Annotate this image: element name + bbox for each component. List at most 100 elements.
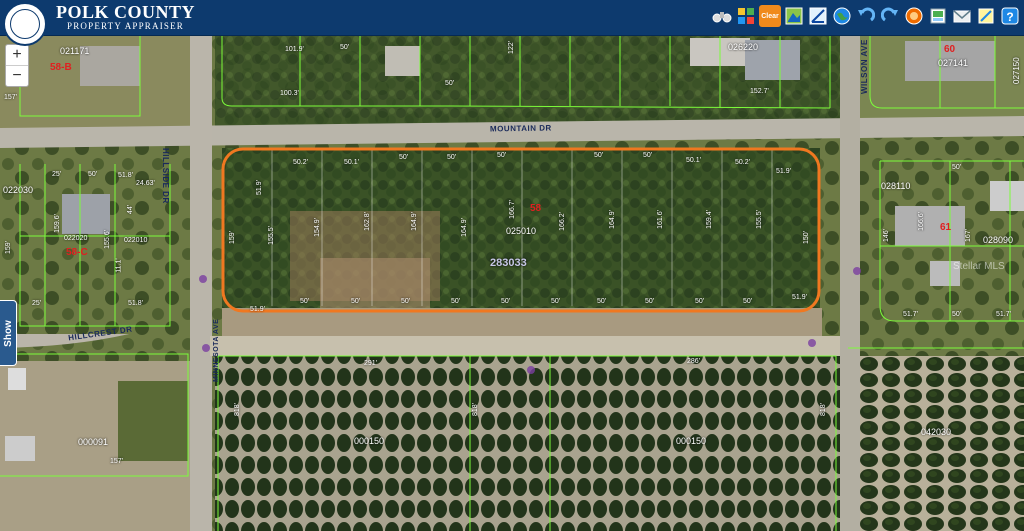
parcel-id-025010: 025010	[506, 226, 537, 236]
dimension-label: 51.7'	[903, 311, 918, 318]
dimension-label: 159.4'	[705, 210, 713, 229]
parcel-id-027141: 027141	[938, 58, 969, 68]
dimension-label: 51.9'	[250, 306, 265, 313]
dimension-label: 44'	[127, 204, 135, 215]
dimension-label: 818'	[234, 402, 242, 417]
app-header: POLK COUNTY PROPERTY APPRAISER Clear ?	[0, 0, 1024, 46]
dimension-label: 159'	[229, 230, 237, 245]
dimension-label: 161.6'	[656, 210, 664, 229]
dimension-label: 166.7'	[508, 200, 516, 219]
show-panel-label: Show	[2, 319, 14, 347]
subdivision-label-61: 61	[940, 222, 952, 233]
app-subtitle: PROPERTY APPRAISER	[67, 21, 185, 31]
dimension-label: 50'	[952, 311, 962, 318]
dimension-label: 100.3'	[280, 90, 299, 97]
svg-text:?: ?	[1006, 10, 1013, 24]
dimension-label: 50'	[743, 298, 753, 305]
dimension-label: 166.6'	[917, 212, 925, 231]
grid-icon[interactable]	[735, 5, 757, 27]
dimension-label: 25'	[52, 171, 62, 178]
dimension-label: 50.1'	[344, 159, 359, 166]
dimension-label: 50'	[88, 171, 98, 178]
dimension-label: 50'	[952, 164, 962, 171]
redo-icon[interactable]	[879, 5, 901, 27]
parcel-id-000091: 000091	[78, 437, 109, 447]
dimension-label: 122'	[508, 40, 516, 55]
dimension-label: 51.7'	[996, 311, 1011, 318]
parcel-id-028090: 028090	[983, 235, 1014, 245]
dimension-label: 164.9'	[608, 210, 616, 229]
dimension-label: 167'	[965, 228, 973, 243]
clear-icon[interactable]: Clear	[759, 5, 781, 27]
show-panel-button[interactable]: Show	[0, 300, 17, 366]
basemap-icon[interactable]	[903, 5, 925, 27]
dimension-label: 164.9'	[460, 218, 468, 237]
dimension-label: 157'	[110, 458, 124, 465]
dimension-label: 50.1'	[686, 157, 701, 164]
dimension-label: 286'	[687, 358, 701, 365]
parcel-id-022020: 022020	[64, 235, 88, 242]
dimension-label: 154.9'	[313, 218, 321, 237]
toolbar: Clear ?	[711, 5, 1021, 27]
dimension-label: 51.8'	[128, 300, 143, 307]
email-icon[interactable]	[951, 5, 973, 27]
parcel-id-026220: 026220	[728, 42, 759, 52]
globe-icon[interactable]	[831, 5, 853, 27]
dimension-label: 50'	[300, 298, 310, 305]
print-icon[interactable]	[927, 5, 949, 27]
zoom-control: + −	[5, 44, 29, 87]
dimension-label: 50'	[399, 154, 409, 161]
zoom-out-button[interactable]: −	[6, 66, 28, 86]
dimension-label: 25'	[32, 300, 42, 307]
layers-icon[interactable]	[783, 5, 805, 27]
dimension-label: 11.1'	[115, 258, 123, 273]
dimension-label: 50.2'	[735, 159, 750, 166]
dimension-label: 50'	[594, 152, 604, 159]
dimension-label: 50'	[401, 298, 411, 305]
street-label-wilson: WILSON AVE	[860, 39, 869, 94]
parcel-id-022030: 022030	[3, 185, 34, 195]
dimension-label: 50.2'	[293, 159, 308, 166]
binoculars-icon[interactable]	[711, 5, 733, 27]
dimension-label: 50'	[597, 298, 607, 305]
dimension-label: 150'	[803, 230, 811, 245]
dimension-label: 159.6'	[53, 214, 61, 233]
subdivision-label-60: 60	[944, 44, 956, 55]
dimension-label: 291'	[364, 360, 378, 367]
dimension-label: 51.9'	[792, 294, 807, 301]
measure-icon[interactable]	[807, 5, 829, 27]
dimension-label: 50'	[451, 298, 461, 305]
dimension-label: 24.63'	[136, 180, 155, 187]
seal-inner	[10, 9, 40, 39]
dimension-label: 152.7'	[750, 88, 769, 95]
dimension-label: 50'	[445, 80, 455, 87]
parcel-id-021171: 021171	[60, 46, 90, 56]
parcel-id-027150: 027150	[1012, 57, 1021, 84]
dimension-label: 166.2'	[558, 212, 566, 231]
dimension-label: 51.8'	[118, 172, 133, 179]
selected-parcel-number[interactable]: 283033	[490, 257, 527, 269]
dimension-label: 101.9'	[285, 46, 304, 53]
dimension-label: 50'	[351, 298, 361, 305]
subdivision-label-58b: 58-B	[50, 62, 72, 73]
street-label-minnesota: MINNESOTA AVE	[213, 318, 220, 382]
county-seal-logo	[3, 2, 47, 46]
notes-icon[interactable]	[975, 5, 997, 27]
zoom-in-button[interactable]: +	[6, 45, 28, 66]
help-icon[interactable]: ?	[999, 5, 1021, 27]
subdivision-label-58: 58	[530, 203, 542, 214]
map-canvas[interactable]: + − Show MOUNTAIN DR HILLSIDE DR HILLCRE…	[0, 36, 1024, 531]
dimension-label: 155.5'	[267, 226, 275, 245]
parcel-id-000150-b: 000150	[676, 436, 707, 446]
dimension-label: 818'	[820, 402, 828, 417]
dimension-label: 50'	[551, 298, 561, 305]
subdivision-label-58c: 58-C	[66, 247, 88, 258]
parcel-id-000150-a: 000150	[354, 436, 385, 446]
parcel-id-028110: 028110	[881, 181, 911, 191]
dimension-label: 146'	[883, 228, 891, 243]
dimension-label: 818'	[472, 402, 480, 417]
undo-icon[interactable]	[855, 5, 877, 27]
dimension-label: 50'	[497, 152, 507, 159]
dimension-label: 50'	[643, 152, 653, 159]
dimension-label: 159'	[5, 240, 13, 255]
